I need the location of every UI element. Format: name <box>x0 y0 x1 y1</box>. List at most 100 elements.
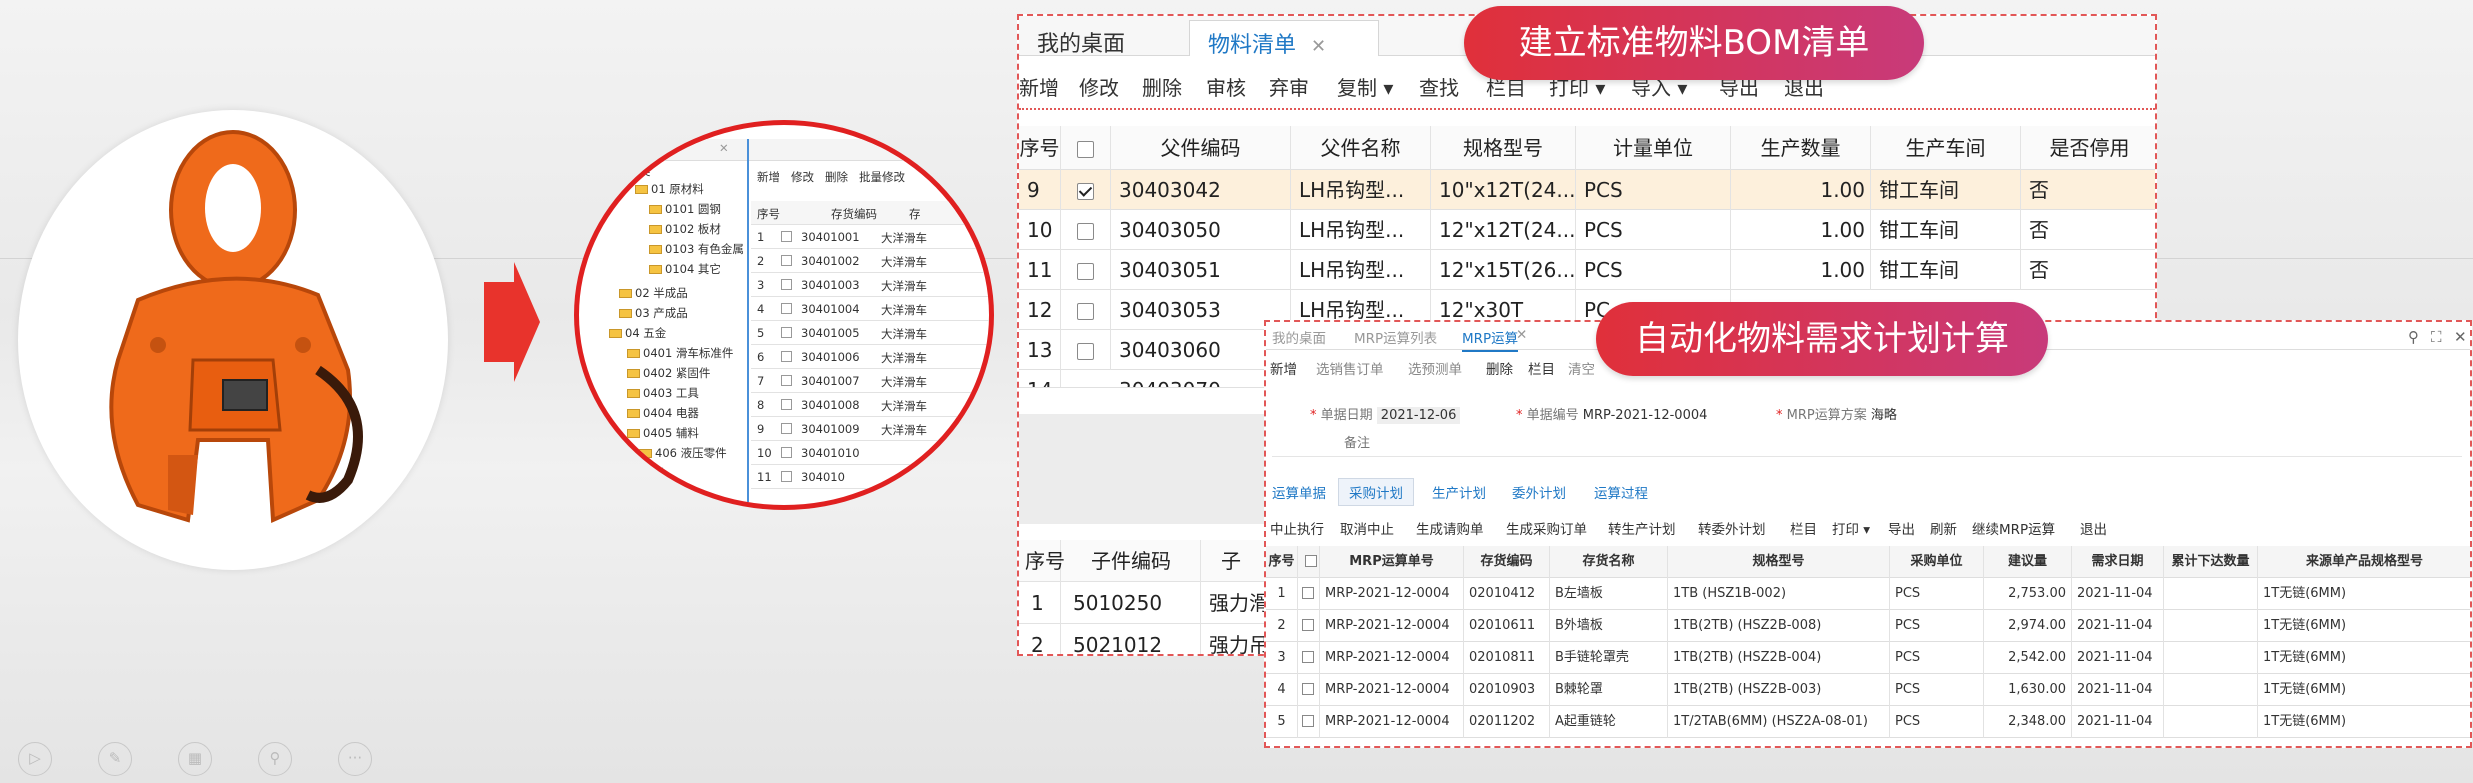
table-row[interactable]: 4 MRP-2021-12-0004 02010903 B棘轮罩 1TB(2TB) (H… <box>1266 674 2470 706</box>
select-all-cell[interactable] <box>1298 546 1320 578</box>
tree-item[interactable]: 01 原材料 <box>635 181 704 197</box>
export-button[interactable]: 导出 <box>1888 518 1915 538</box>
tab-mrp[interactable]: MRP运算 <box>1462 327 1519 352</box>
row-checkbox-cell[interactable] <box>1298 674 1320 706</box>
row-checkbox[interactable] <box>1077 183 1094 200</box>
delete-button[interactable]: 删除 <box>1142 72 1182 101</box>
table-row[interactable]: 5 30401005 大洋滑车 <box>751 321 989 345</box>
row-checkbox[interactable] <box>1077 223 1094 240</box>
select-forecast-button[interactable]: 选预测单 <box>1408 358 1462 378</box>
table-row[interactable]: 3 30401003 大洋滑车 <box>751 273 989 297</box>
tree-item[interactable]: 器 <box>653 465 665 481</box>
row-checkbox-cell[interactable] <box>1298 578 1320 610</box>
tab-mrp-list[interactable]: MRP运算列表 <box>1354 327 1437 347</box>
approve-button[interactable]: 审核 <box>1206 72 1246 101</box>
row-checkbox[interactable] <box>781 255 792 266</box>
row-checkbox-cell[interactable] <box>1298 642 1320 674</box>
tree-item[interactable]: 0102 板材 <box>649 221 721 237</box>
row-checkbox-cell[interactable] <box>1298 706 1320 738</box>
cancel-stop-button[interactable]: 取消中止 <box>1340 518 1394 538</box>
refresh-button[interactable]: 刷新 <box>1930 518 1957 538</box>
columns-button[interactable]: 栏目 <box>1528 358 1555 378</box>
tree-item[interactable]: 0405 辅料 <box>627 425 699 441</box>
table-row[interactable]: 1 30401001 大洋滑车 <box>751 225 989 249</box>
splitter[interactable] <box>747 139 749 505</box>
columns-button[interactable]: 栏目 <box>1790 518 1817 538</box>
row-checkbox[interactable] <box>781 327 792 338</box>
zoom-icon[interactable]: ⚲ <box>258 742 292 776</box>
add-button[interactable]: 新增 <box>1019 72 1059 101</box>
maximize-icon[interactable]: ⛶ <box>2431 328 2442 346</box>
table-row[interactable]: 3 MRP-2021-12-0004 02010811 B手链轮罩壳 1TB(2TB) … <box>1266 642 2470 674</box>
table-row[interactable]: 9 30403042 LH吊钩型... 10"x12T(24... PCS 1.… <box>1019 170 2155 210</box>
tree-item[interactable]: 406 液压零件 <box>639 445 727 461</box>
plan-field[interactable]: * MRP运算方案 海略 <box>1776 404 1897 423</box>
select-sales-order-button[interactable]: 选销售订单 <box>1316 358 1384 378</box>
add-button[interactable]: 新增 <box>1270 358 1297 378</box>
print-button[interactable]: 打印 ▾ <box>1832 518 1870 538</box>
close-icon[interactable]: ✕ <box>719 141 729 155</box>
table-row[interactable]: 9 30401009 大洋滑车 <box>751 417 989 441</box>
search-icon[interactable]: ⚲ <box>2408 328 2419 346</box>
table-row[interactable]: 5 MRP-2021-12-0004 02011202 A起重链轮 1T/2TAB(6M… <box>1266 706 2470 738</box>
delete-button[interactable]: 删除 <box>825 169 848 185</box>
copy-button[interactable]: 复制 ▾ <box>1337 72 1393 101</box>
table-row[interactable]: 8 30401008 大洋滑车 <box>751 393 989 417</box>
tree-item[interactable]: 02 半成品 <box>619 285 688 301</box>
tree-item[interactable]: 03 产成品 <box>619 305 688 321</box>
table-row[interactable]: 1 MRP-2021-12-0004 02010412 B左墙板 1TB (HSZ1B-… <box>1266 578 2470 610</box>
table-row[interactable]: 6 30401006 大洋滑车 <box>751 345 989 369</box>
tree-item[interactable]: 0401 滑车标准件 <box>627 345 733 361</box>
table-row[interactable]: 2 30401002 大洋滑车 <box>751 249 989 273</box>
to-outsource-button[interactable]: 转委外计划 <box>1698 518 1766 538</box>
clear-button[interactable]: 清空 <box>1568 358 1595 378</box>
tab-production-plan[interactable]: 生产计划 <box>1432 482 1486 502</box>
row-checkbox[interactable] <box>1077 303 1094 320</box>
table-row[interactable]: 11 30403051 LH吊钩型... 12"x15T(26... PCS 1… <box>1019 250 2155 290</box>
slides-icon[interactable]: ▦ <box>178 742 212 776</box>
row-checkbox[interactable] <box>1302 619 1314 631</box>
table-row[interactable]: 7 30401007 大洋滑车 <box>751 369 989 393</box>
tree-item[interactable]: 0403 工具 <box>627 385 699 401</box>
tab-desktop[interactable]: 我的桌面 <box>1272 327 1326 347</box>
more-icon[interactable]: ··· <box>338 742 372 776</box>
batch-edit-button[interactable]: 批量修改 <box>859 169 905 185</box>
edit-button[interactable]: 修改 <box>791 169 814 185</box>
row-checkbox[interactable] <box>781 279 792 290</box>
tree-item[interactable]: 0103 有色金属 <box>649 241 744 257</box>
unapprove-button[interactable]: 弃审 <box>1269 72 1309 101</box>
select-all-checkbox[interactable] <box>1304 555 1317 567</box>
table-row[interactable]: 11 304010 <box>751 465 989 489</box>
stop-exec-button[interactable]: 中止执行 <box>1270 518 1324 538</box>
to-production-button[interactable]: 转生产计划 <box>1608 518 1676 538</box>
tab-bom[interactable]: 物料清单 ✕ <box>1189 20 1379 58</box>
exit-button[interactable]: 退出 <box>2080 518 2107 538</box>
date-field[interactable]: * 单据日期 2021-12-06 <box>1310 404 1461 424</box>
row-checkbox[interactable] <box>781 231 792 242</box>
tab-purchase-plan[interactable]: 采购计划 <box>1338 478 1414 506</box>
row-checkbox[interactable] <box>1077 343 1094 360</box>
doc-no-field[interactable]: * 单据编号 MRP-2021-12-0004 <box>1516 404 1707 423</box>
pen-icon[interactable]: ✎ <box>98 742 132 776</box>
row-checkbox[interactable] <box>781 351 792 362</box>
table-row[interactable]: 10 30403050 LH吊钩型... 12"x12T(24... PCS 1… <box>1019 210 2155 250</box>
row-checkbox[interactable] <box>1302 683 1314 695</box>
tree-item[interactable]: 0104 其它 <box>649 261 721 277</box>
select-all-checkbox[interactable] <box>1077 141 1094 158</box>
row-checkbox-cell[interactable] <box>1298 610 1320 642</box>
row-checkbox[interactable] <box>781 471 792 482</box>
row-checkbox[interactable] <box>781 375 792 386</box>
close-window-icon[interactable]: ✕ <box>2454 328 2467 346</box>
row-checkbox[interactable] <box>781 399 792 410</box>
edit-button[interactable]: 修改 <box>1079 72 1119 101</box>
select-all-cell[interactable] <box>1061 126 1111 170</box>
tree-item[interactable]: 04 五金 <box>609 325 666 341</box>
delete-button[interactable]: 删除 <box>1486 358 1513 378</box>
tree-item[interactable]: 0404 电器 <box>627 405 699 421</box>
row-checkbox[interactable] <box>1302 715 1314 727</box>
continue-mrp-button[interactable]: 继续MRP运算 <box>1972 518 2055 538</box>
tab-calc-process[interactable]: 运算过程 <box>1594 482 1648 502</box>
tab-outsource-plan[interactable]: 委外计划 <box>1512 482 1566 502</box>
tree-item[interactable]: 0101 圆钢 <box>649 201 721 217</box>
close-icon[interactable]: ✕ <box>1516 327 1527 343</box>
